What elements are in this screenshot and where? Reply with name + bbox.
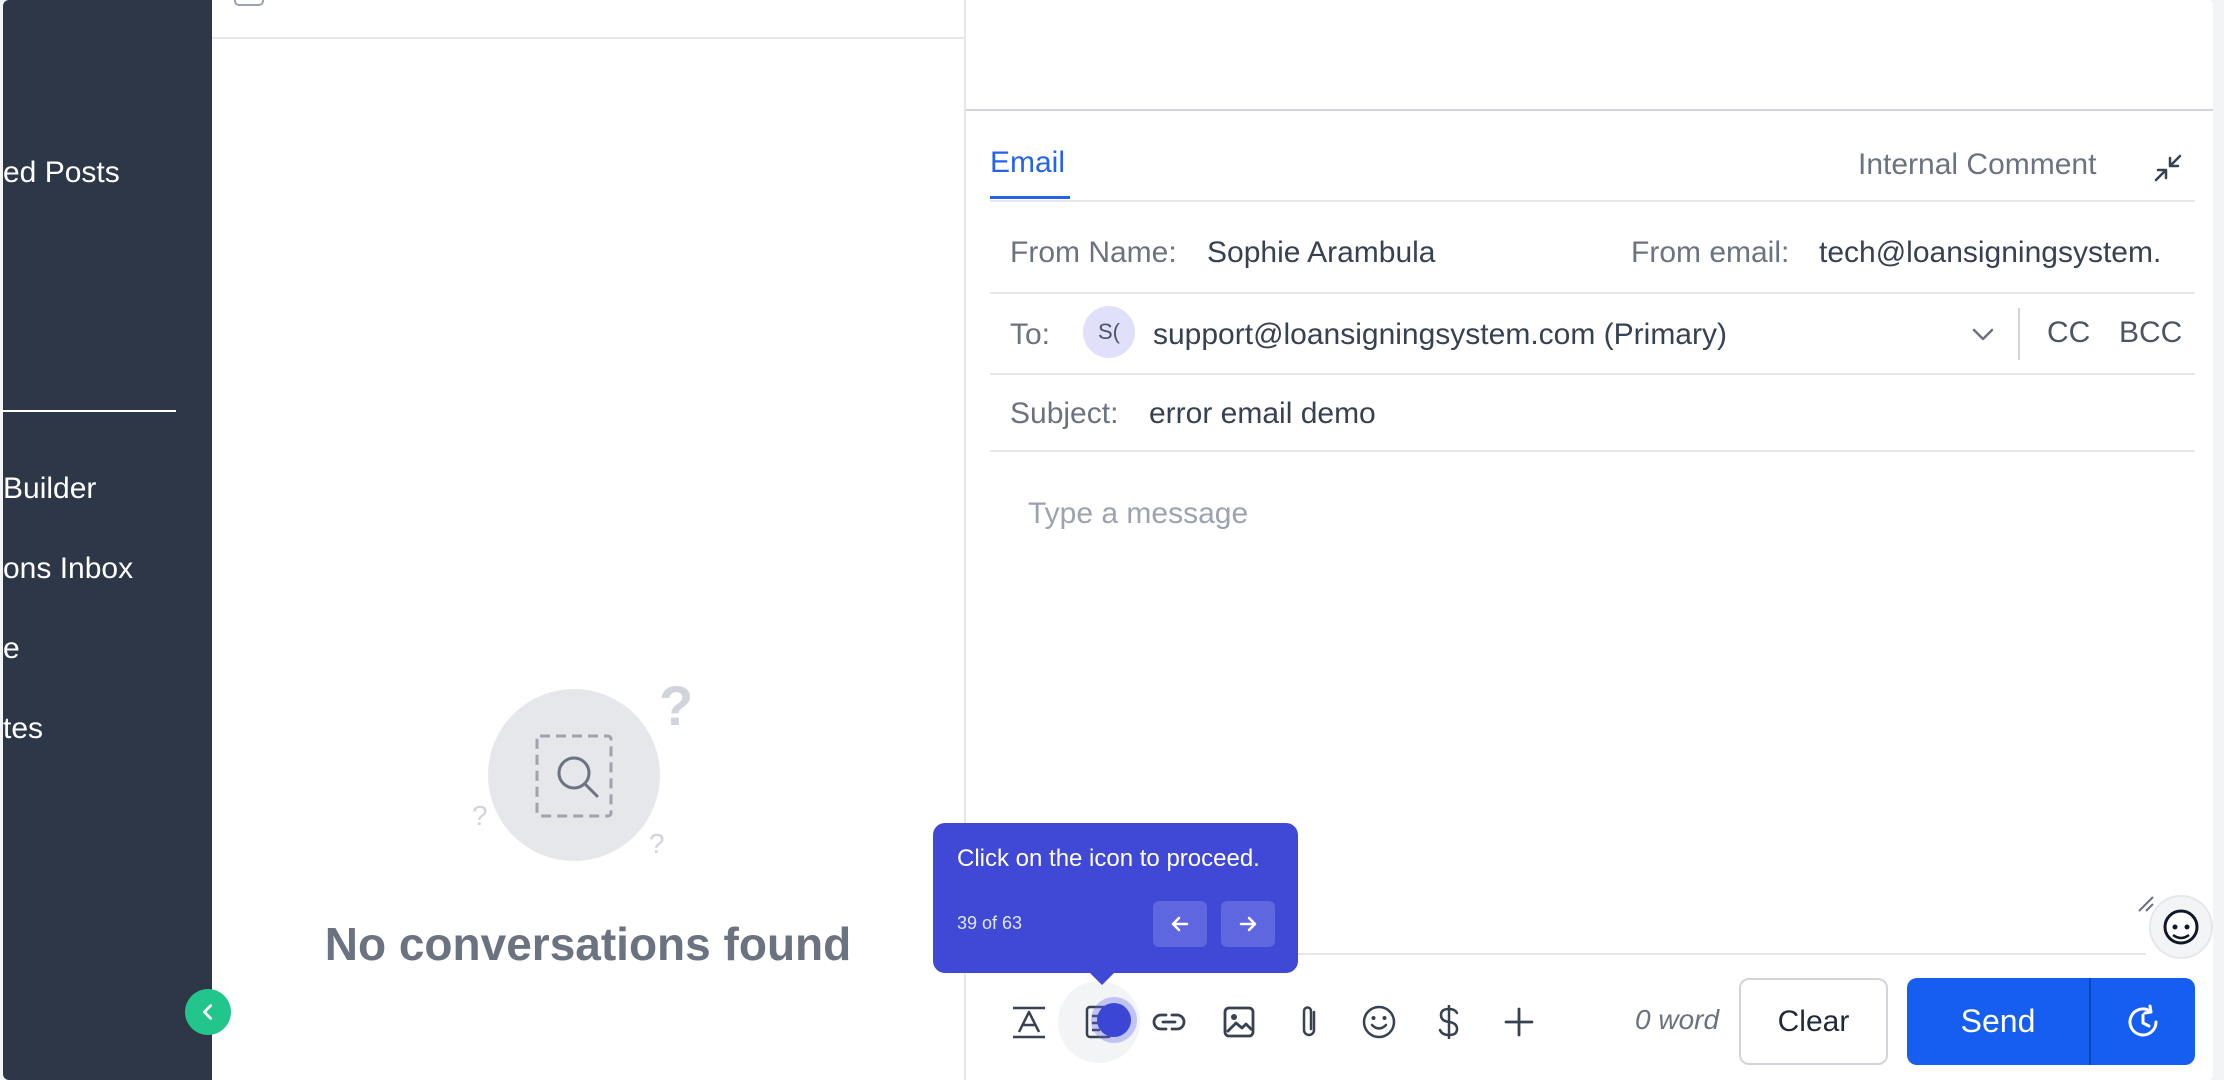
subject-row-divider <box>990 450 2195 452</box>
svg-text:?: ? <box>472 800 488 831</box>
from-email-label: From email: <box>1631 236 1790 269</box>
svg-text:?: ? <box>649 828 665 859</box>
link-icon <box>1152 1013 1186 1031</box>
tab-internal-comment[interactable]: Internal Comment <box>1858 148 2096 182</box>
subject-label: Subject: <box>1010 397 1119 430</box>
guide-next-button[interactable] <box>1221 901 1275 947</box>
from-name-value: Sophie Arambula <box>1207 236 1436 269</box>
more-options-button[interactable] <box>1491 994 1547 1050</box>
guide-previous-button[interactable] <box>1153 901 1207 947</box>
dollar-icon <box>1438 1005 1459 1039</box>
recipient-avatar: S( <box>1083 306 1135 358</box>
svg-text:?: ? <box>659 683 693 737</box>
guide-tooltip-text: Click on the icon to proceed. <box>957 845 1260 872</box>
guide-hotspot[interactable] <box>1097 1003 1131 1037</box>
image-button[interactable] <box>1211 994 1267 1050</box>
empty-state-title: No conversations found <box>324 918 852 970</box>
composer-top-divider <box>966 109 2213 111</box>
payment-button[interactable] <box>1421 994 1477 1050</box>
to-row-divider <box>990 373 2195 375</box>
bcc-button[interactable]: BCC <box>2119 316 2182 350</box>
attachment-button[interactable] <box>1281 994 1337 1050</box>
support-chat-button[interactable] <box>2149 895 2213 959</box>
subject-field[interactable]: error email demo <box>1149 397 1376 431</box>
clear-button[interactable]: Clear <box>1739 978 1888 1065</box>
tabs-divider <box>990 200 2195 202</box>
schedule-clock-icon <box>2128 1004 2158 1036</box>
link-button[interactable] <box>1141 994 1197 1050</box>
sidebar: ed Posts Builder ons Inbox e tes <box>3 0 212 1080</box>
to-recipient[interactable]: support@loansigningsystem.com (Primary) <box>1153 318 1727 352</box>
app-frame: ed Posts Builder ons Inbox e tes ? ? ? N… <box>3 0 2213 1080</box>
attachment-icon <box>1302 1006 1316 1037</box>
from-name-label: From Name: <box>1010 236 1177 269</box>
guide-tooltip: Click on the icon to proceed. 39 of 63 <box>933 823 1298 985</box>
from-email-value: tech@loansigningsystem. <box>1819 236 2162 269</box>
sidebar-item-inbox[interactable]: ons Inbox <box>3 552 133 586</box>
text-format-button[interactable] <box>1001 994 1057 1050</box>
schedule-send-button[interactable] <box>2089 978 2195 1065</box>
send-button[interactable]: Send <box>1907 978 2089 1065</box>
tab-email[interactable]: Email <box>990 146 1065 180</box>
minimize-icon[interactable] <box>2150 150 2186 186</box>
sidebar-item-tes[interactable]: tes <box>3 712 43 746</box>
cc-button[interactable]: CC <box>2047 316 2090 350</box>
arrow-right-icon <box>1239 916 1257 932</box>
sidebar-item-builder[interactable]: Builder <box>3 472 96 506</box>
text-format-icon <box>1013 1006 1045 1039</box>
filter-icon[interactable] <box>234 0 264 6</box>
arrow-left-icon <box>1171 916 1189 932</box>
conversation-list-header <box>212 0 964 39</box>
empty-search-illustration-icon: ? ? ? <box>472 683 693 861</box>
emoji-icon <box>1362 1005 1396 1039</box>
conversation-list: ? ? ? No conversations found <box>212 0 966 1080</box>
chevron-down-icon[interactable] <box>1969 320 1997 348</box>
to-field-divider <box>2018 308 2020 360</box>
chevron-left-icon <box>202 1004 213 1020</box>
image-icon <box>1223 1006 1255 1038</box>
sidebar-divider <box>3 410 176 412</box>
chat-bot-icon <box>2163 909 2199 945</box>
guide-step-counter: 39 of 63 <box>957 913 1023 933</box>
message-body[interactable]: Type a message <box>1028 497 1248 531</box>
sidebar-collapse-button[interactable] <box>185 989 231 1035</box>
from-row-divider <box>990 292 2195 294</box>
plus-icon <box>1504 1007 1534 1037</box>
tab-email-underline <box>990 196 1070 199</box>
sidebar-item-e[interactable]: e <box>3 632 20 666</box>
to-label: To: <box>1010 318 1051 351</box>
sidebar-item-posts[interactable]: ed Posts <box>3 156 120 190</box>
word-count: 0 word <box>1635 1004 1720 1035</box>
emoji-button[interactable] <box>1351 994 1407 1050</box>
